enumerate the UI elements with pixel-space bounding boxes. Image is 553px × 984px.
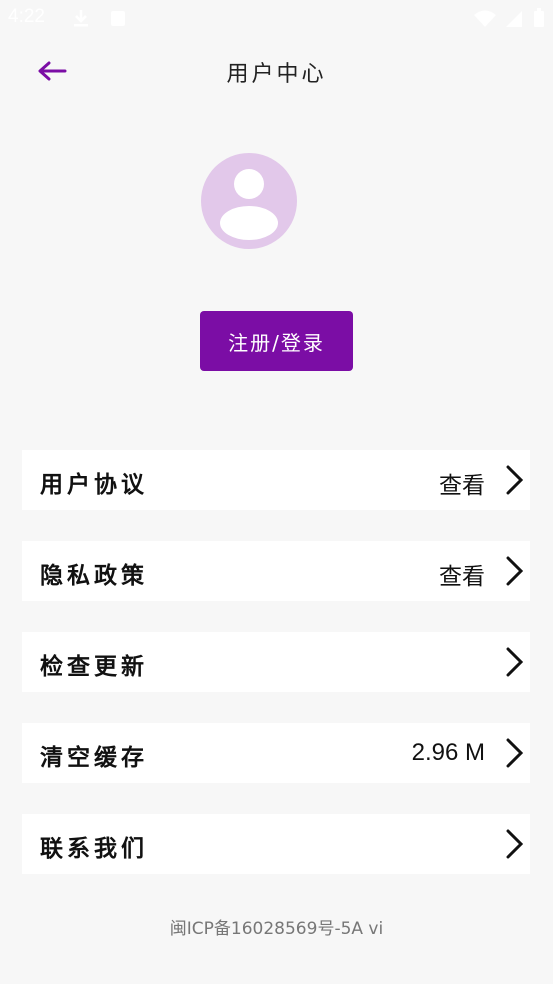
menu-label: 检查更新 (40, 654, 148, 680)
menu-label: 隐私政策 (40, 563, 148, 589)
chevron-right-icon (506, 829, 524, 859)
menu-label: 联系我们 (40, 836, 148, 862)
menu-item-clear-cache[interactable]: 清空缓存 2.96 M (22, 723, 530, 783)
chevron-right-icon (506, 556, 524, 586)
chevron-right-icon (506, 647, 524, 677)
battery-saver-icon (111, 11, 126, 26)
signal-icon (505, 11, 522, 27)
status-time: 4:22 (8, 6, 45, 27)
battery-icon (534, 8, 544, 27)
download-icon (74, 10, 88, 27)
status-icons-right (474, 8, 545, 33)
wifi-icon (474, 10, 497, 27)
avatar[interactable] (201, 153, 297, 249)
user-avatar-icon (220, 169, 278, 240)
menu-label: 清空缓存 (40, 745, 148, 771)
status-icons-left (70, 8, 128, 33)
menu-item-user-agreement[interactable]: 用户协议 查看 (22, 450, 530, 510)
menu-value: 查看 (439, 564, 485, 590)
register-login-button[interactable]: 注册/登录 (200, 311, 353, 371)
cache-size-value: 2.96 M (411, 739, 485, 766)
chevron-right-icon (506, 465, 524, 495)
status-bar: 4:22 (0, 0, 553, 36)
page-title: 用户中心 (226, 62, 327, 87)
chevron-right-icon (506, 738, 524, 768)
menu-value: 查看 (439, 473, 485, 499)
menu-item-contact-us[interactable]: 联系我们 (22, 814, 530, 874)
menu-item-check-update[interactable]: 检查更新 (22, 632, 530, 692)
menu-label: 用户协议 (40, 472, 148, 498)
app-header: 用户中心 (0, 40, 553, 102)
menu-item-privacy-policy[interactable]: 隐私政策 查看 (22, 541, 530, 601)
icp-footer: 闽ICP备16028569号-5A vi (169, 919, 384, 939)
